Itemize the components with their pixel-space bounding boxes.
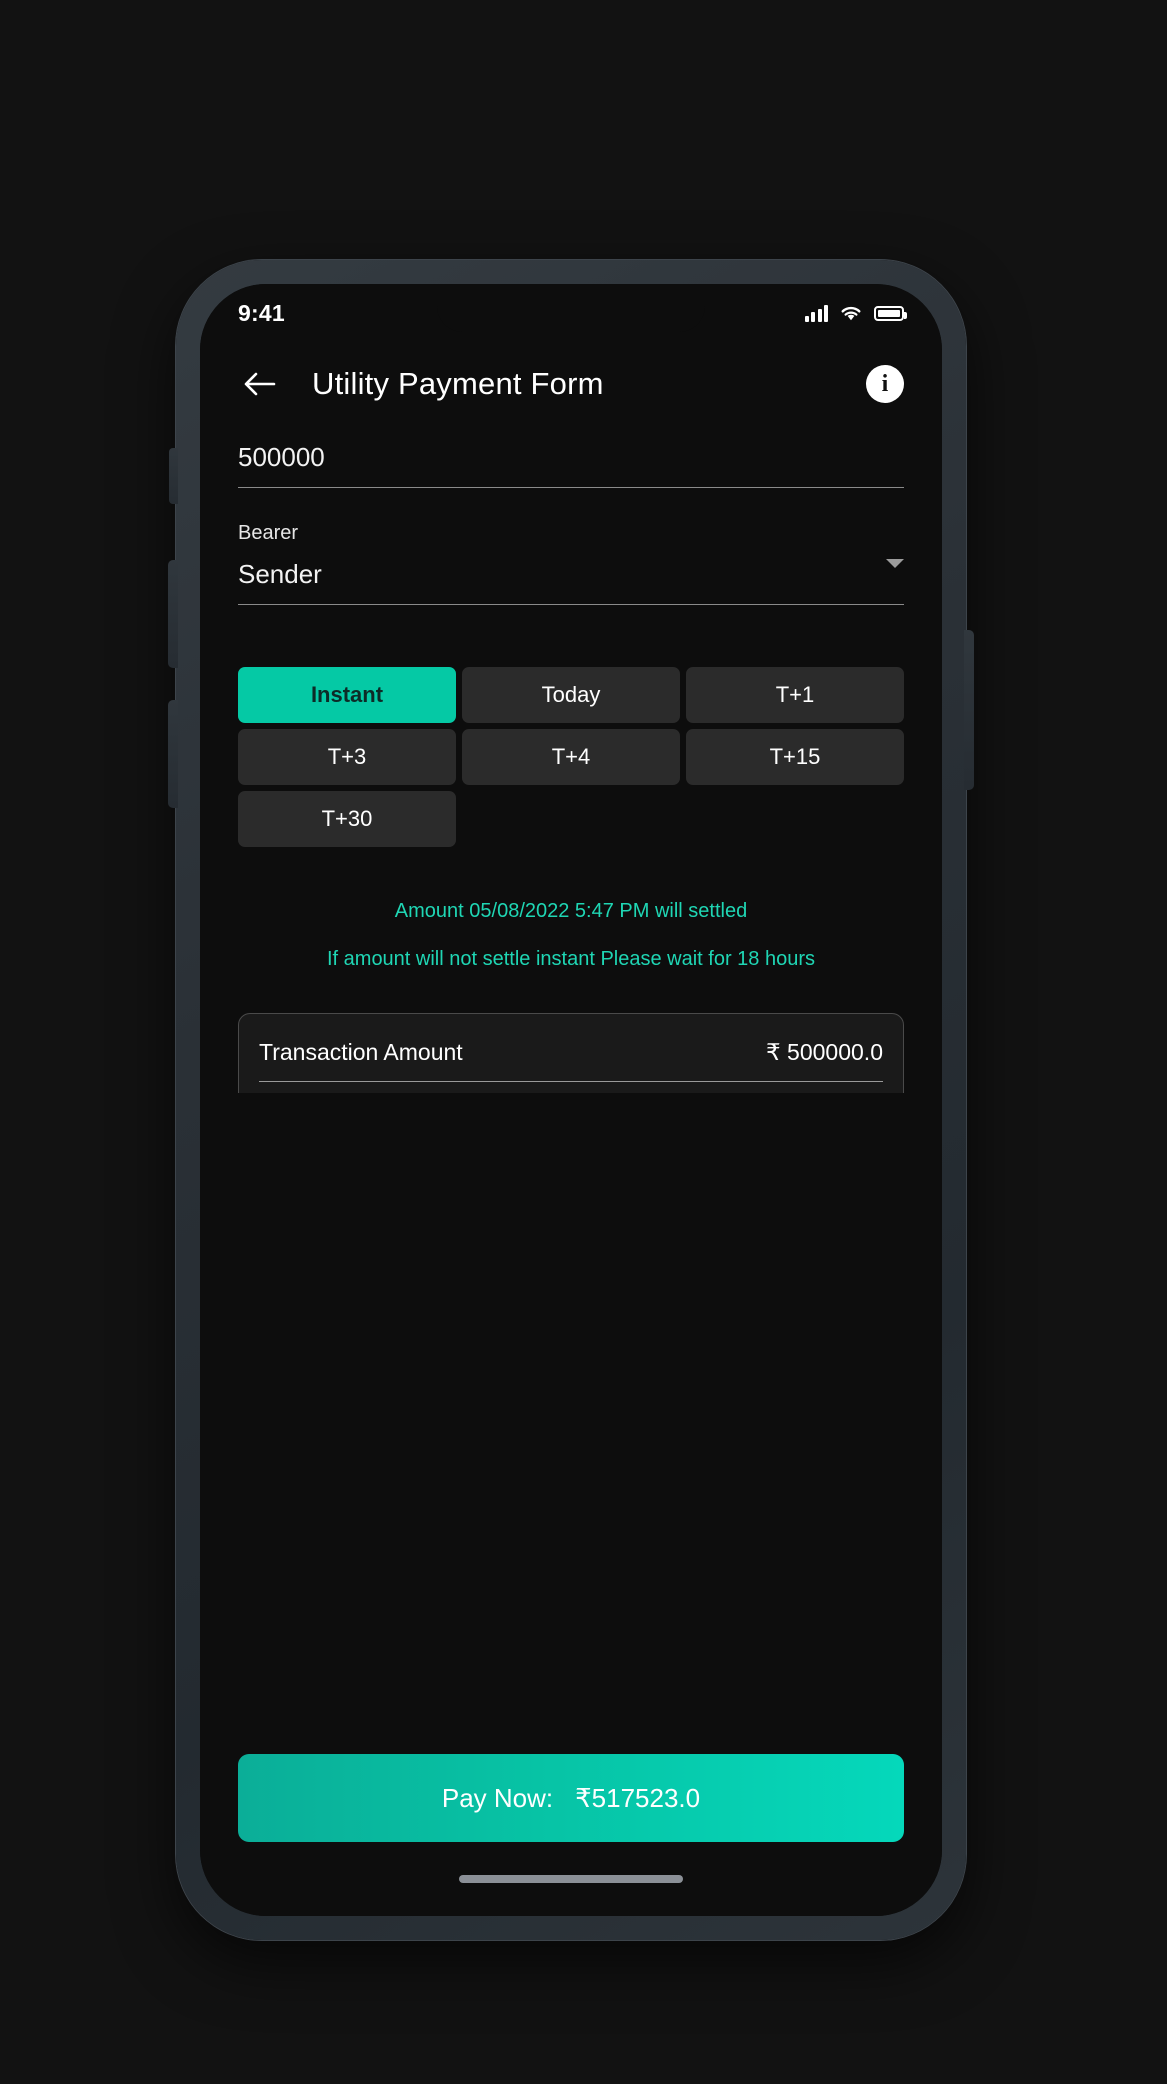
battery-full-icon [874, 305, 907, 321]
settlement-option-t15[interactable]: T+15 [686, 729, 904, 785]
wifi-icon [841, 306, 861, 321]
volume-down-button[interactable] [168, 700, 178, 808]
settlement-option-t30[interactable]: T+30 [238, 791, 456, 847]
amount-input-row[interactable]: 500000 [238, 442, 904, 487]
settlement-notes: Amount 05/08/2022 5:47 PM will settled I… [238, 899, 904, 971]
phone-screen: 9:41 Utility Payment Form i 500000 Beare… [200, 284, 942, 1916]
bearer-field-underline [238, 604, 904, 605]
bearer-selected-value: Sender [238, 559, 322, 589]
volume-up-button[interactable] [168, 560, 178, 668]
bearer-select[interactable]: Sender [238, 559, 904, 604]
notch [437, 284, 705, 332]
bearer-field-label: Bearer [238, 522, 299, 544]
settlement-option-instant[interactable]: Instant [238, 667, 456, 723]
settlement-option-t3[interactable]: T+3 [238, 729, 456, 785]
screenshot-canvas: 9:41 Utility Payment Form i 500000 Beare… [0, 0, 1167, 2084]
summary-value: ₹ 500000.0 [766, 1039, 883, 1065]
page-title: Utility Payment Form [312, 366, 604, 401]
chevron-down-icon[interactable] [886, 559, 904, 568]
summary-row-transaction-amount: Transaction Amount ₹ 500000.0 [259, 1032, 883, 1073]
power-button[interactable] [964, 630, 974, 790]
settlement-option-grid: Instant Today T+1 T+3 T+4 T+15 T+30 [238, 667, 904, 847]
summary-label: Transaction Amount [259, 1039, 463, 1065]
settlement-option-t4[interactable]: T+4 [462, 729, 680, 785]
info-icon-glyph: i [881, 370, 889, 397]
signal-bars-icon [804, 304, 828, 322]
app-bar: Utility Payment Form i [200, 336, 942, 432]
pay-now-button[interactable]: Pay Now: ₹517523.0 [238, 1754, 904, 1842]
payment-form: 500000 Bearer Sender Instant Today T+1 T… [200, 432, 942, 1093]
home-indicator-area [200, 1842, 942, 1916]
app-content: Utility Payment Form i 500000 Bearer Sen… [200, 284, 942, 1916]
settlement-option-today[interactable]: Today [462, 667, 680, 723]
bearer-field-group: Bearer Sender [238, 488, 904, 605]
status-bar-icons [804, 298, 907, 322]
settlement-note-primary: Amount 05/08/2022 5:47 PM will settled [394, 900, 748, 922]
settlement-option-t1[interactable]: T+1 [686, 667, 904, 723]
amount-summary-card: Transaction Amount ₹ 500000.0 Receivable… [238, 1013, 904, 1093]
silent-switch-button[interactable] [169, 448, 178, 504]
pay-now-amount: ₹517523.0 [575, 1782, 701, 1813]
summary-divider-top [259, 1081, 883, 1082]
amount-field-group: 500000 [238, 432, 904, 488]
settlement-note-secondary: If amount will not settle instant Please… [326, 948, 816, 970]
amount-input[interactable]: 500000 [238, 442, 325, 473]
pay-now-label: Pay Now: [441, 1782, 554, 1813]
info-icon[interactable]: i [866, 365, 904, 403]
phone-device-frame: 9:41 Utility Payment Form i 500000 Beare… [168, 260, 974, 1940]
home-indicator[interactable] [459, 1875, 683, 1883]
status-bar-time: 9:41 [238, 299, 285, 326]
back-arrow-icon[interactable] [238, 362, 282, 406]
